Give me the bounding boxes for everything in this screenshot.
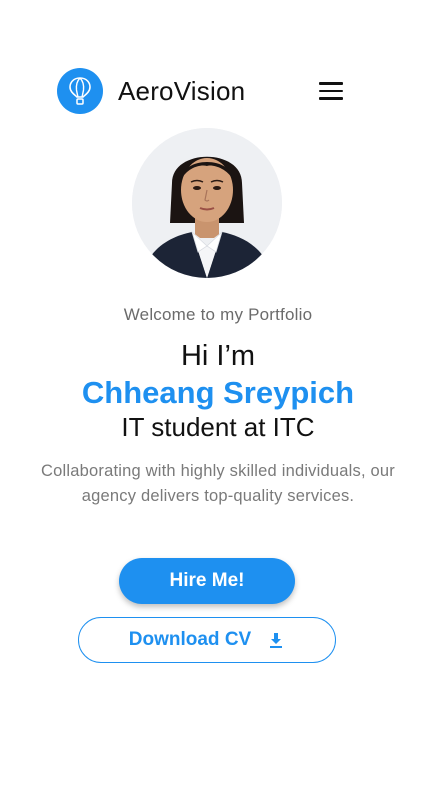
download-cv-label: Download CV	[128, 629, 252, 650]
download-cv-button[interactable]: Download CV	[78, 617, 336, 663]
owner-name: Chheang Sreypich	[81, 375, 355, 410]
profile-photo	[132, 128, 282, 278]
menu-bar	[319, 97, 343, 100]
download-icon	[267, 631, 285, 649]
menu-bar	[319, 82, 343, 85]
intro-description: Collaborating with highly skilled indivi…	[41, 462, 395, 505]
role-heading: IT student at ITC	[121, 412, 315, 442]
site-header: AeroVision	[57, 68, 345, 114]
hamburger-menu-icon[interactable]	[319, 79, 345, 103]
hire-me-button[interactable]: Hire Me!	[119, 558, 295, 604]
greeting-heading: Hi I’m	[180, 340, 256, 372]
hot-air-balloon-icon	[69, 77, 91, 105]
menu-bar	[319, 89, 343, 93]
logo[interactable]	[57, 68, 103, 114]
hire-me-label: Hire Me!	[169, 570, 245, 591]
profile-photo-image	[132, 128, 282, 278]
welcome-text: Welcome to my Portfolio	[123, 305, 313, 324]
brand-name[interactable]: AeroVision	[118, 76, 245, 107]
